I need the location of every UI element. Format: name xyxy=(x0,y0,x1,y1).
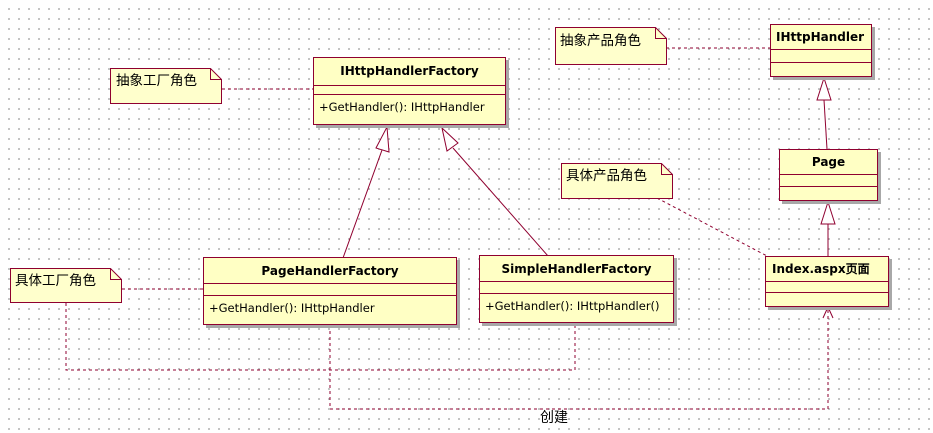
generalization-arrowhead-index xyxy=(820,200,836,225)
note-text: 具体产品角色 xyxy=(566,168,647,184)
class-operation: +GetHandler(): IHttpHandler() xyxy=(485,299,660,313)
class-index-aspx[interactable]: Index.aspx页面 xyxy=(765,256,889,307)
class-name: PageHandlerFactory xyxy=(204,258,456,284)
generalization-page xyxy=(823,99,828,150)
generalization-simplehandlerfactory xyxy=(452,147,549,257)
generalization-arrowhead-pagehandlerfactory xyxy=(375,125,390,153)
dependency-create-label: 创建 xyxy=(540,410,568,426)
generalization-arrowhead-simplehandlerfactory xyxy=(441,126,459,152)
class-name: IHttpHandler xyxy=(771,25,871,50)
class-simplehandlerfactory[interactable]: SimpleHandlerFactory +GetHandler(): IHtt… xyxy=(479,255,674,323)
note-text: 具体工厂角色 xyxy=(15,273,96,289)
class-page[interactable]: Page xyxy=(779,149,878,201)
class-name: IHttpHandlerFactory xyxy=(314,58,505,86)
class-attributes xyxy=(314,86,505,95)
class-attributes xyxy=(204,284,456,296)
class-operation: +GetHandler(): IHttpHandler xyxy=(209,301,375,315)
class-ihttphandlerfactory[interactable]: IHttpHandlerFactory +GetHandler(): IHttp… xyxy=(313,57,506,125)
note-text: 抽象产品角色 xyxy=(560,33,641,49)
note-text: 抽象工厂角色 xyxy=(116,73,197,89)
class-ihttphandler[interactable]: IHttpHandler xyxy=(770,24,872,77)
class-attributes xyxy=(780,175,877,187)
class-pagehandlerfactory[interactable]: PageHandlerFactory +GetHandler(): IHttpH… xyxy=(203,257,457,325)
class-name: Page xyxy=(780,150,877,175)
generalization-pagehandlerfactory xyxy=(342,149,383,259)
class-attributes xyxy=(771,50,871,63)
note-link-concrete-product xyxy=(656,197,768,257)
class-attributes xyxy=(480,282,673,294)
class-name: SimpleHandlerFactory xyxy=(480,256,673,282)
class-attributes xyxy=(766,282,888,293)
generalization-arrowhead-page xyxy=(816,76,832,101)
class-name: Index.aspx页面 xyxy=(766,257,888,282)
class-operation: +GetHandler(): IHttpHandler xyxy=(319,100,485,114)
